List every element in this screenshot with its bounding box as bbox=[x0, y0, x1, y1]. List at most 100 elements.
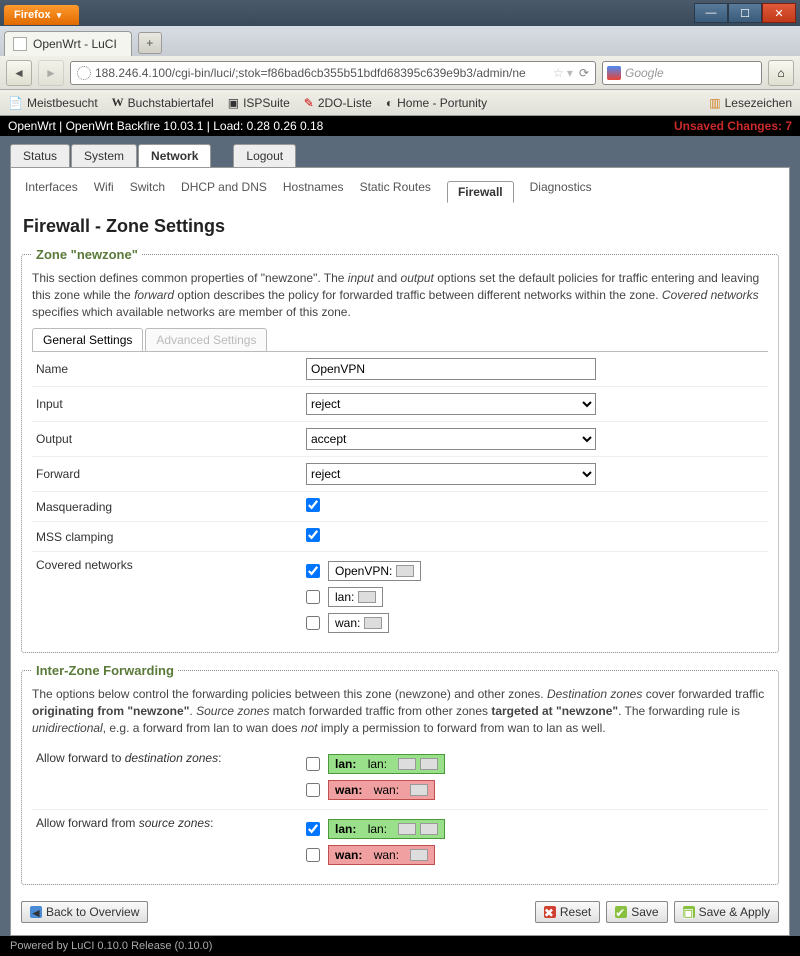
dest-lan-checkbox[interactable] bbox=[306, 757, 320, 771]
forward-button[interactable]: ► bbox=[38, 60, 64, 86]
close-button[interactable]: ✕ bbox=[762, 3, 796, 23]
openwrt-header: OpenWrt | OpenWrt Backfire 10.03.1 | Loa… bbox=[0, 116, 800, 136]
tab-general-settings[interactable]: General Settings bbox=[32, 328, 143, 351]
page-body: Status System Network Logout Interfaces … bbox=[0, 136, 800, 936]
bookmark-ispsuite[interactable]: ▣ISPSuite bbox=[228, 96, 290, 110]
field-forward: Forward reject bbox=[32, 457, 768, 492]
src-label-pre: Allow forward from bbox=[36, 816, 139, 830]
src-label-em: source zones bbox=[139, 816, 210, 830]
covnet-openvpn-checkbox[interactable] bbox=[306, 564, 320, 578]
save-button[interactable]: ✔Save bbox=[606, 901, 667, 923]
field-mss: MSS clamping bbox=[32, 522, 768, 552]
bookmarks-icon: ▥ bbox=[709, 96, 720, 110]
name-input[interactable] bbox=[306, 358, 596, 380]
back-to-overview-button[interactable]: ◄Back to Overview bbox=[21, 901, 148, 923]
bookmarks-menu[interactable]: ▥Lesezeichen bbox=[709, 96, 792, 110]
search-box[interactable]: Google bbox=[602, 61, 762, 85]
sub-menu: Interfaces Wifi Switch DHCP and DNS Host… bbox=[21, 176, 779, 210]
zone-description: This section defines common properties o… bbox=[32, 270, 768, 320]
field-input: Input reject bbox=[32, 387, 768, 422]
masq-label: Masquerading bbox=[36, 500, 306, 514]
covnet-lan-checkbox[interactable] bbox=[306, 590, 320, 604]
covnet-wan: wan: bbox=[328, 613, 389, 633]
output-select[interactable]: accept bbox=[306, 428, 596, 450]
dest-zone-lan: lan: lan: bbox=[328, 754, 445, 774]
back-button[interactable]: ◄ bbox=[6, 60, 32, 86]
dest-zone-wan: wan: wan: bbox=[328, 780, 435, 800]
hostname: OpenWrt bbox=[8, 119, 56, 133]
reset-button[interactable]: ✖Reset bbox=[535, 901, 600, 923]
ifaces-icon bbox=[420, 758, 438, 770]
tab-network[interactable]: Network bbox=[138, 144, 211, 167]
bookmark-buchstabiertafel[interactable]: WBuchstabiertafel bbox=[112, 95, 214, 110]
page-icon bbox=[13, 37, 27, 51]
zone-legend: Zone "newzone" bbox=[32, 247, 142, 262]
subtab-hostnames[interactable]: Hostnames bbox=[283, 180, 344, 202]
new-tab-button[interactable]: + bbox=[138, 32, 162, 54]
forward-label: Forward bbox=[36, 467, 306, 481]
reset-icon: ✖ bbox=[544, 906, 556, 918]
page-actions: ◄Back to Overview ✖Reset ✔Save ▣Save & A… bbox=[21, 895, 779, 925]
izf-legend: Inter-Zone Forwarding bbox=[32, 663, 178, 678]
subtab-diagnostics[interactable]: Diagnostics bbox=[530, 180, 592, 202]
page-icon: ▣ bbox=[228, 96, 239, 110]
bookmark-meistbesucht[interactable]: 📄Meistbesucht bbox=[8, 96, 98, 110]
bookmark-home-portunity[interactable]: ◐Home - Portunity bbox=[386, 96, 487, 110]
page-title: Firewall - Zone Settings bbox=[21, 210, 779, 247]
bookmark-2do-liste[interactable]: ✎2DO-Liste bbox=[304, 96, 372, 110]
covnet-label: Covered networks bbox=[36, 558, 306, 572]
mss-label: MSS clamping bbox=[36, 530, 306, 544]
covnet-lan: lan: bbox=[328, 587, 383, 607]
subtab-firewall[interactable]: Firewall bbox=[447, 181, 514, 203]
mss-checkbox[interactable] bbox=[306, 528, 320, 542]
dest-wan-checkbox[interactable] bbox=[306, 783, 320, 797]
url-bar[interactable]: 188.246.4.100/cgi-bin/luci/;stok=f86bad6… bbox=[70, 61, 596, 85]
ifaces-icon bbox=[364, 617, 382, 629]
minimize-button[interactable]: — bbox=[694, 3, 728, 23]
tab-logout[interactable]: Logout bbox=[233, 144, 296, 167]
covnet-wan-checkbox[interactable] bbox=[306, 616, 320, 630]
ifaces-icon bbox=[398, 758, 416, 770]
home-icon: ⌂ bbox=[777, 66, 784, 80]
back-icon: ◄ bbox=[30, 906, 42, 918]
src-lan-checkbox[interactable] bbox=[306, 822, 320, 836]
masq-checkbox[interactable] bbox=[306, 498, 320, 512]
input-select[interactable]: reject bbox=[306, 393, 596, 415]
covnet-openvpn: OpenVPN: bbox=[328, 561, 421, 581]
browser-toolbar: ◄ ► 188.246.4.100/cgi-bin/luci/;stok=f86… bbox=[0, 56, 800, 90]
subtab-wifi[interactable]: Wifi bbox=[94, 180, 114, 202]
subtab-switch[interactable]: Switch bbox=[130, 180, 165, 202]
input-label: Input bbox=[36, 397, 306, 411]
google-icon bbox=[607, 66, 621, 80]
tab-advanced-settings[interactable]: Advanced Settings bbox=[145, 328, 267, 351]
content-panel: Interfaces Wifi Switch DHCP and DNS Host… bbox=[10, 167, 790, 936]
field-src-zones: Allow forward from source zones: lan: la… bbox=[32, 810, 768, 874]
izf-description: The options below control the forwarding… bbox=[32, 686, 768, 736]
field-covered-networks: Covered networks OpenVPN: lan: wan: bbox=[32, 552, 768, 642]
src-zone-wan: wan: wan: bbox=[328, 845, 435, 865]
subtab-dhcp-dns[interactable]: DHCP and DNS bbox=[181, 180, 267, 202]
bookmark-star-icon[interactable]: ☆ ▾ bbox=[553, 66, 573, 80]
maximize-button[interactable]: ☐ bbox=[728, 3, 762, 23]
tab-system[interactable]: System bbox=[71, 144, 137, 167]
ifaces-icon bbox=[410, 784, 428, 796]
subtab-interfaces[interactable]: Interfaces bbox=[25, 180, 78, 202]
dest-label-em: destination zones bbox=[125, 751, 218, 765]
browser-tab[interactable]: OpenWrt - LuCI bbox=[4, 31, 132, 56]
subtab-static-routes[interactable]: Static Routes bbox=[360, 180, 431, 202]
unsaved-changes[interactable]: Unsaved Changes: 7 bbox=[674, 119, 792, 133]
bookmarks-bar: 📄Meistbesucht WBuchstabiertafel ▣ISPSuit… bbox=[0, 90, 800, 116]
src-wan-checkbox[interactable] bbox=[306, 848, 320, 862]
search-placeholder: Google bbox=[625, 66, 664, 80]
forward-select[interactable]: reject bbox=[306, 463, 596, 485]
ifaces-icon bbox=[420, 823, 438, 835]
firefox-menu-button[interactable]: Firefox bbox=[4, 5, 79, 25]
url-text: 188.246.4.100/cgi-bin/luci/;stok=f86bad6… bbox=[95, 66, 526, 80]
reload-icon[interactable]: ⟳ bbox=[579, 66, 589, 80]
tab-status[interactable]: Status bbox=[10, 144, 70, 167]
save-apply-button[interactable]: ▣Save & Apply bbox=[674, 901, 779, 923]
folder-icon: 📄 bbox=[8, 96, 23, 110]
home-button[interactable]: ⌂ bbox=[768, 60, 794, 86]
field-dest-zones: Allow forward to destination zones: lan:… bbox=[32, 745, 768, 810]
ifaces-icon bbox=[398, 823, 416, 835]
